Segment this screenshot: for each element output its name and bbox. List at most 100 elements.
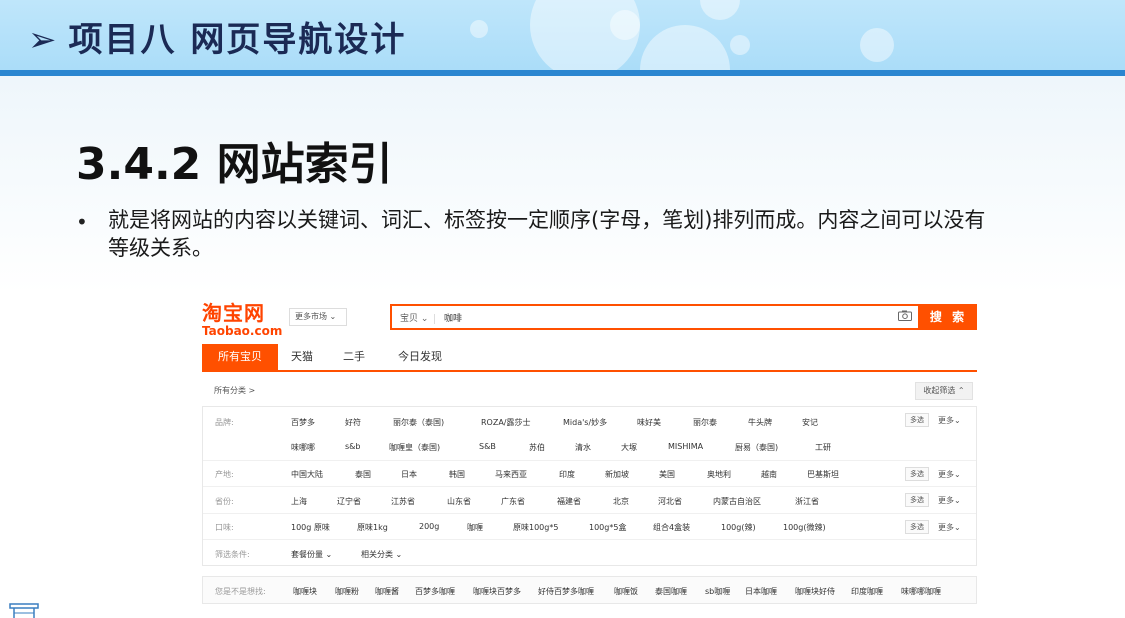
filter-item[interactable]: 好符	[345, 417, 361, 428]
filter-item[interactable]: 清水	[575, 442, 591, 453]
filter-item[interactable]: 山东省	[447, 496, 471, 507]
filter-item[interactable]: 100g*5盒	[589, 522, 626, 533]
filter-row-province: 省份: 上海 辽宁省 江苏省 山东省 广东省 福建省 北京 河北省 内蒙古自治区…	[203, 487, 976, 514]
multi-select-button[interactable]: 多选	[905, 413, 929, 427]
filter-item[interactable]: 苏伯	[529, 442, 545, 453]
slide-header-title: ➢ 项目八 网页导航设计	[28, 12, 406, 61]
filter-item[interactable]: 北京	[613, 496, 629, 507]
filter-item[interactable]: 韩国	[449, 469, 465, 480]
filter-item[interactable]: 丽尔泰（泰国)	[393, 417, 444, 428]
multi-select-button[interactable]: 多选	[905, 520, 929, 534]
filter-item[interactable]: 原味100g*5	[513, 522, 558, 533]
related-link[interactable]: 好侍百梦多咖喱	[538, 586, 594, 597]
related-label: 您是不是想找:	[215, 587, 266, 596]
filter-item[interactable]: 日本	[401, 469, 417, 480]
filter-item[interactable]: 100g 原味	[291, 522, 330, 533]
related-link[interactable]: 咖喱块好侍	[795, 586, 835, 597]
filter-item[interactable]: 原味1kg	[357, 522, 388, 533]
related-link[interactable]: 印度咖喱	[851, 586, 883, 597]
search-type-label: 宝贝 ⌄	[400, 314, 429, 324]
filter-item[interactable]: 福建省	[557, 496, 581, 507]
filter-row-flavor: 口味: 100g 原味 原味1kg 200g 咖喱 原味100g*5 100g*…	[203, 514, 976, 540]
filter-item[interactable]: 美国	[659, 469, 675, 480]
filter-item[interactable]: 巴基斯坦	[807, 469, 839, 480]
filter-item[interactable]: 河北省	[658, 496, 682, 507]
filter-item[interactable]: 工研	[815, 442, 831, 453]
tab-all-items[interactable]: 所有宝贝	[202, 344, 278, 370]
more-button[interactable]: 更多⌄	[938, 495, 961, 506]
related-link[interactable]: 味哪哪咖喱	[901, 586, 941, 597]
tab-today-discover[interactable]: 今日发现	[388, 344, 452, 370]
search-type-select[interactable]: 宝贝 ⌄	[400, 311, 436, 324]
filter-item[interactable]: 印度	[559, 469, 575, 480]
filter-item[interactable]: 味哪哪	[291, 442, 315, 453]
more-button[interactable]: 更多⌄	[938, 469, 961, 480]
related-link[interactable]: 百梦多咖喱	[415, 586, 455, 597]
related-link[interactable]: 泰国咖喱	[655, 586, 687, 597]
more-markets-button[interactable]: 更多市场 ⌄	[289, 308, 347, 326]
filter-item[interactable]: 咖喱皇（泰国)	[389, 442, 440, 453]
breadcrumb[interactable]: 所有分类 >	[214, 385, 255, 396]
collapse-filter-button[interactable]: 收起筛选 ⌃	[915, 382, 973, 400]
filter-label: 品牌:	[215, 418, 234, 427]
related-link[interactable]: 咖喱酱	[375, 586, 399, 597]
filter-dropdown[interactable]: 相关分类 ⌄	[361, 549, 402, 560]
filter-item[interactable]: 泰国	[355, 469, 371, 480]
arrow-icon: ➢	[28, 20, 59, 60]
search-input[interactable]: 咖啡	[444, 311, 462, 324]
filter-dropdown[interactable]: 套餐份量 ⌄	[291, 549, 332, 560]
taobao-logo[interactable]: 淘宝网 Taobao.com	[202, 302, 282, 338]
bullet-icon: •	[76, 210, 88, 234]
filter-item[interactable]: 江苏省	[391, 496, 415, 507]
filter-item[interactable]: 安记	[802, 417, 818, 428]
related-link[interactable]: 咖喱粉	[335, 586, 359, 597]
more-button[interactable]: 更多⌄	[938, 415, 961, 426]
multi-select-button[interactable]: 多选	[905, 467, 929, 481]
filter-item[interactable]: 咖喱	[467, 522, 483, 533]
filter-item[interactable]: 厨易（泰国)	[735, 442, 778, 453]
taobao-screenshot: 淘宝网 Taobao.com 更多市场 ⌄ 宝贝 ⌄ 咖啡 搜 索 所有宝贝 天…	[185, 296, 980, 606]
more-button[interactable]: 更多⌄	[938, 522, 961, 533]
related-link[interactable]: 咖喱饭	[614, 586, 638, 597]
filter-item[interactable]: 新加坡	[605, 469, 629, 480]
related-link[interactable]: sb咖喱	[705, 586, 730, 597]
search-tabs: 所有宝贝 天猫 二手 今日发现	[202, 344, 977, 372]
filter-item[interactable]: 中国大陆	[291, 469, 323, 480]
search-divider	[434, 313, 436, 324]
search-button[interactable]: 搜 索	[920, 304, 977, 330]
related-link[interactable]: 日本咖喱	[745, 586, 777, 597]
camera-icon[interactable]	[898, 310, 912, 321]
filter-item[interactable]: ROZA/露莎士	[481, 417, 531, 428]
filter-item[interactable]: 牛头牌	[748, 417, 772, 428]
filter-item[interactable]: Mida's/妙多	[563, 417, 607, 428]
filter-item[interactable]: 内蒙古自治区	[713, 496, 761, 507]
filter-item[interactable]: 组合4盒装	[653, 522, 690, 533]
header-title-text: 项目八 网页导航设计	[68, 20, 407, 60]
filter-item[interactable]: 丽尔泰	[693, 417, 717, 428]
filter-item[interactable]: 味好美	[637, 417, 661, 428]
filter-item[interactable]: 辽宁省	[337, 496, 361, 507]
filter-item[interactable]: S&B	[479, 442, 496, 451]
filter-item[interactable]: 马来西亚	[495, 469, 527, 480]
filter-item[interactable]: MISHIMA	[668, 442, 703, 451]
related-link[interactable]: 咖喱块	[293, 586, 317, 597]
logo-cn: 淘宝网	[202, 301, 265, 325]
filter-item[interactable]: s&b	[345, 442, 360, 451]
filter-item[interactable]: 越南	[761, 469, 777, 480]
related-link[interactable]: 咖喱块百梦多	[473, 586, 521, 597]
filter-item[interactable]: 奥地利	[707, 469, 731, 480]
filter-item[interactable]: 百梦多	[291, 417, 315, 428]
filter-item[interactable]: 广东省	[501, 496, 525, 507]
filter-label: 产地:	[215, 470, 234, 479]
tab-secondhand[interactable]: 二手	[332, 344, 376, 370]
filter-label: 筛选条件:	[215, 550, 250, 559]
filter-item[interactable]: 上海	[291, 496, 307, 507]
filter-item[interactable]: 200g	[419, 522, 439, 531]
filter-item[interactable]: 大塚	[621, 442, 637, 453]
multi-select-button[interactable]: 多选	[905, 493, 929, 507]
search-box[interactable]: 宝贝 ⌄ 咖啡	[390, 304, 920, 330]
tab-tmall[interactable]: 天猫	[282, 344, 322, 370]
filter-item[interactable]: 浙江省	[795, 496, 819, 507]
filter-item[interactable]: 100g(微辣)	[783, 522, 826, 533]
filter-item[interactable]: 100g(辣)	[721, 522, 756, 533]
